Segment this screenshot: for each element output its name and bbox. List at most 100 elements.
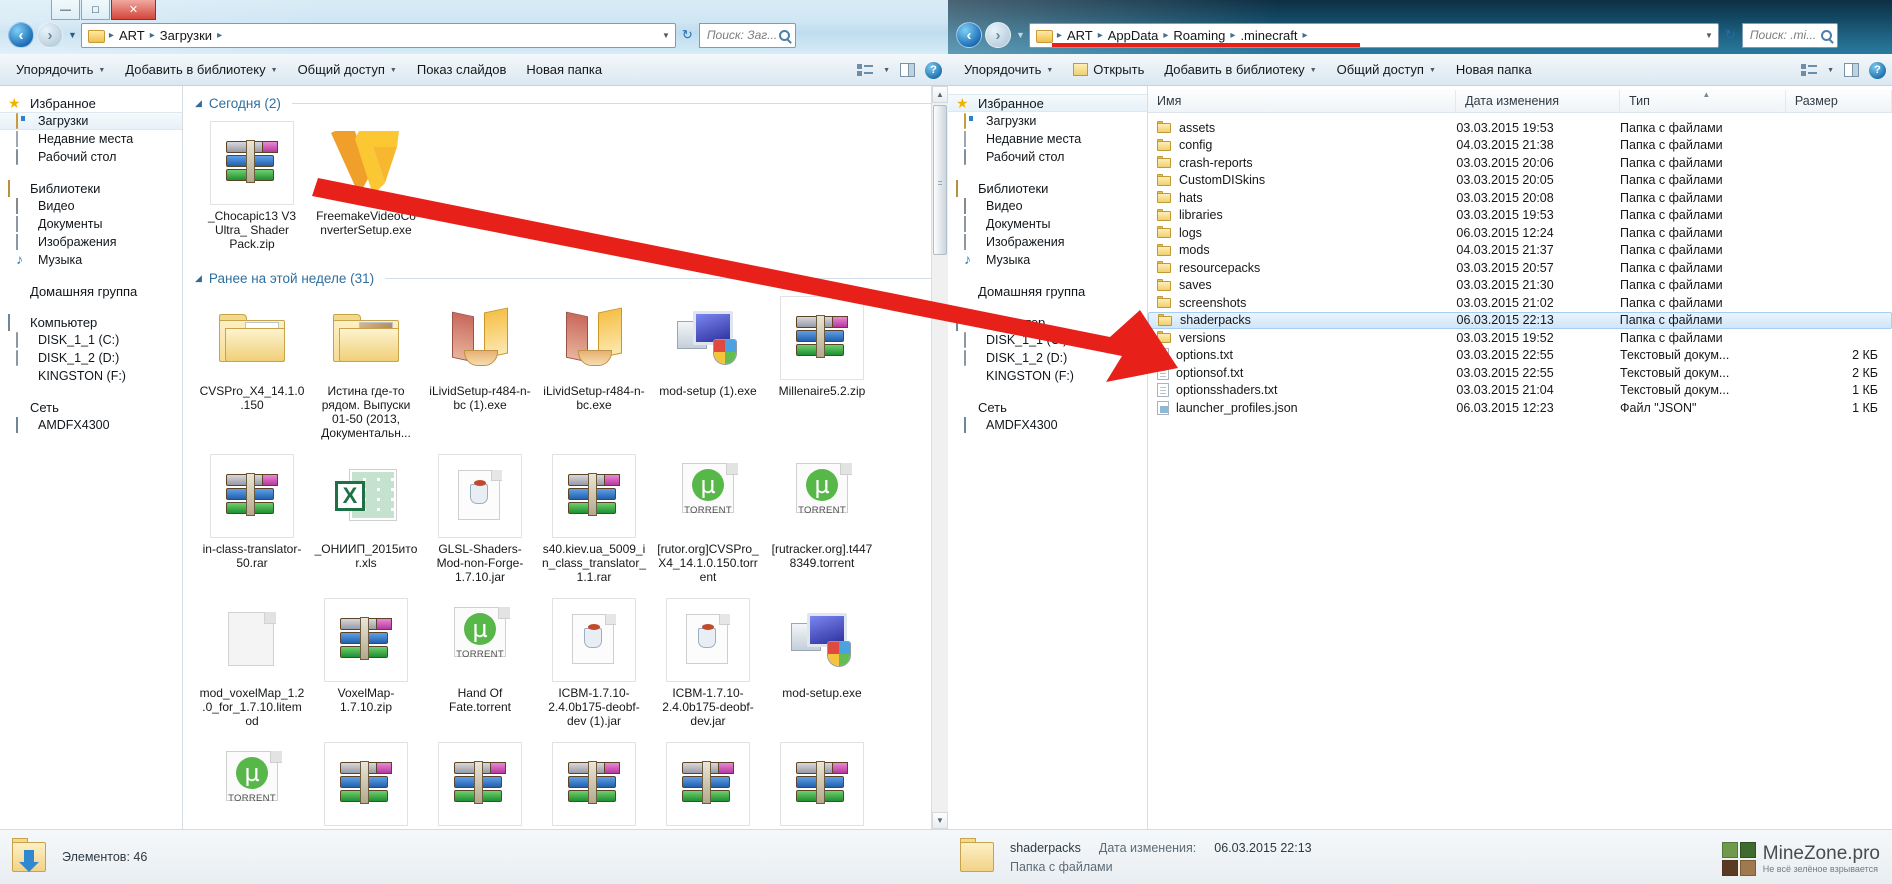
cmd-open[interactable]: Открыть [1063,62,1154,77]
file-item[interactable]: ICBM-1.7.10-2.4.0b175-deobf-dev.jar [651,592,765,730]
file-item[interactable]: mod-setup (1).exe [651,290,765,442]
cell-name[interactable]: screenshots [1148,296,1456,310]
cmd-organize[interactable]: Упорядочить ▼ [954,62,1063,77]
table-row[interactable]: logs 06.03.2015 12:24 Папка с файлами [1148,224,1892,242]
table-row[interactable]: crash-reports 03.03.2015 20:06 Папка с фай… [1148,154,1892,172]
sidebar-item-amdfx4300[interactable]: AMDFX4300 [0,416,182,434]
scrollbar-thumb[interactable] [933,105,947,255]
recent-pages-icon[interactable]: ▼ [68,30,77,40]
cell-name[interactable]: mods [1148,243,1456,257]
sidebar-item-pictures[interactable]: Изображения [948,233,1147,251]
maximize-button[interactable]: □ [81,0,110,20]
file-item[interactable]: in-class-translator-50.rar [195,448,309,586]
sidebar-item-disk-c[interactable]: DISK_1_1 (C:) [0,331,182,349]
file-item[interactable]: iLividSetup-r484-n-bc.exe [537,290,651,442]
file-item[interactable]: CVSPro_X4_14.1.0.150 [195,290,309,442]
sidebar-item-desktop[interactable]: Рабочий стол [0,148,182,166]
table-row[interactable]: saves 03.03.2015 21:30 Папка с файлами [1148,277,1892,295]
preview-pane-icon[interactable] [900,63,915,77]
right-file-list[interactable]: Имя Дата изменения ▲ Тип Размер assets 03… [1148,86,1892,829]
table-row[interactable]: libraries 03.03.2015 19:53 Папка с файлами [1148,207,1892,225]
cell-name[interactable]: hats [1148,191,1456,205]
file-item[interactable]: iLividSetup-r484-n-bc (1).exe [423,290,537,442]
table-row[interactable]: options.txt 03.03.2015 22:55 Текстовый док… [1148,347,1892,365]
forward-button[interactable]: › [37,22,63,48]
change-view-icon[interactable] [1801,63,1818,77]
cell-name[interactable]: assets [1148,121,1456,135]
sidebar-item-documents[interactable]: Документы [0,215,182,233]
sidebar-item-kingston[interactable]: KINGSTON (F:) [948,367,1147,385]
cmd-slideshow[interactable]: Показ слайдов [407,62,517,77]
sidebar-item-recent-places[interactable]: Недавние места [0,130,182,148]
back-button[interactable]: ‹ [8,22,34,48]
sidebar-item-downloads[interactable]: Загрузки [0,112,182,130]
file-item[interactable]: s40.kiev.ua_5009_in_class_translator_1.1… [537,448,651,586]
file-item[interactable]: _Chocapic13 V3 Ultra_ Shader Pack.zip [195,115,309,253]
sidebar-item-homegroup[interactable]: Домашняя группа [0,282,182,300]
file-item[interactable]: mod-setup.exe [765,592,879,730]
search-box[interactable]: Поиск: Заг... [698,22,796,48]
file-item[interactable]: FreemakeVideoConverterSetup.exe [309,115,423,253]
table-row[interactable]: optionsof.txt 03.03.2015 22:55 Текстовый д… [1148,364,1892,382]
table-row[interactable]: hats 03.03.2015 20:08 Папка с файлами [1148,189,1892,207]
search-box[interactable]: Поиск: .mi... [1741,22,1838,48]
file-item[interactable]: ICBM-1.7.10-2.4.0b175-deobf-dev (1).jar [537,592,651,730]
cmd-share[interactable]: Общий доступ ▼ [288,62,407,77]
sidebar-item-music[interactable]: ♪ Музыка [948,251,1147,269]
table-row[interactable]: resourcepacks 03.03.2015 20:57 Папка с фай… [1148,259,1892,277]
cell-name[interactable]: config [1148,138,1456,152]
sidebar-item-video[interactable]: Видео [0,197,182,215]
left-navigation-pane[interactable]: ★ Избранное Загрузки Недавние места Рабо… [0,86,183,829]
sidebar-item-amdfx4300[interactable]: AMDFX4300 [948,416,1147,434]
table-row[interactable]: CustomDISkins 03.03.2015 20:05 Папка с фай… [1148,172,1892,190]
chevron-collapse-icon[interactable]: ◢ [195,98,202,109]
cmd-new-folder[interactable]: Новая папка [1446,62,1542,77]
sidebar-item-favorites[interactable]: ★ Избранное [0,94,182,112]
recent-pages-icon[interactable]: ▼ [1016,30,1025,40]
chevron-collapse-icon[interactable]: ◢ [195,273,202,284]
sidebar-item-video[interactable]: Видео [948,197,1147,215]
cell-name[interactable]: versions [1148,331,1456,345]
sidebar-item-homegroup[interactable]: Домашняя группа [948,282,1147,300]
breadcrumb-item-0[interactable]: ART [117,28,147,43]
change-view-icon[interactable] [857,63,874,77]
table-row[interactable]: config 04.03.2015 21:38 Папка с файлами [1148,137,1892,155]
cmd-organize[interactable]: Упорядочить ▼ [6,62,115,77]
file-item[interactable] [651,736,765,828]
breadcrumb-item-1[interactable]: Загрузки [158,28,214,43]
help-icon[interactable]: ? [925,61,942,79]
cell-name[interactable]: shaderpacks [1149,313,1457,327]
left-file-area[interactable]: ◢ Сегодня (2) _Chocapic13 V3 Ultra_ Shad… [183,86,948,829]
file-item[interactable]: µ TORRENT [195,736,309,828]
sidebar-item-network[interactable]: Сеть [948,398,1147,416]
refresh-icon[interactable]: ↻ [682,27,693,43]
right-navigation-pane[interactable]: ★ Избранное Загрузки Недавние места Рабо… [948,86,1148,829]
sidebar-item-documents[interactable]: Документы [948,215,1147,233]
table-row[interactable]: mods 04.03.2015 21:37 Папка с файлами [1148,242,1892,260]
breadcrumb-item-2[interactable]: Roaming [1171,28,1227,43]
sidebar-item-music[interactable]: ♪ Музыка [0,251,182,269]
forward-button[interactable]: › [985,22,1011,48]
file-item[interactable]: mod_voxelMap_1.2.0_for_1.7.10.litemod [195,592,309,730]
cell-name[interactable]: saves [1148,278,1456,292]
address-history-dropdown-icon[interactable]: ▼ [662,31,670,40]
group-header-today[interactable]: ◢ Сегодня (2) [183,86,948,115]
table-row[interactable]: assets 03.03.2015 19:53 Папка с файлами [1148,119,1892,137]
sidebar-item-computer[interactable]: Компьютер [948,313,1147,331]
cell-name[interactable]: libraries [1148,208,1456,222]
minimize-button[interactable]: — [51,0,80,20]
file-item[interactable]: Millenaire5.2.zip [765,290,879,442]
sidebar-item-disk-d[interactable]: DISK_1_2 (D:) [948,349,1147,367]
scroll-up-arrow-icon[interactable]: ▲ [932,86,948,103]
file-item[interactable] [537,736,651,828]
file-item[interactable]: VoxelMap-1.7.10.zip [309,592,423,730]
scroll-down-arrow-icon[interactable]: ▼ [932,812,948,829]
file-item[interactable]: GLSL-Shaders-Mod-non-Forge-1.7.10.jar [423,448,537,586]
cell-name[interactable]: crash-reports [1148,156,1456,170]
sidebar-item-libraries[interactable]: Библиотеки [948,179,1147,197]
group-header-earlier-this-week[interactable]: ◢ Ранее на этой неделе (31) [183,261,948,290]
file-item[interactable] [423,736,537,828]
view-dropdown-icon[interactable]: ▼ [883,67,890,74]
file-item[interactable]: µ TORRENT [rutracker.org].t4478349.torren… [765,448,879,586]
breadcrumb-item-0[interactable]: ART [1065,28,1095,43]
